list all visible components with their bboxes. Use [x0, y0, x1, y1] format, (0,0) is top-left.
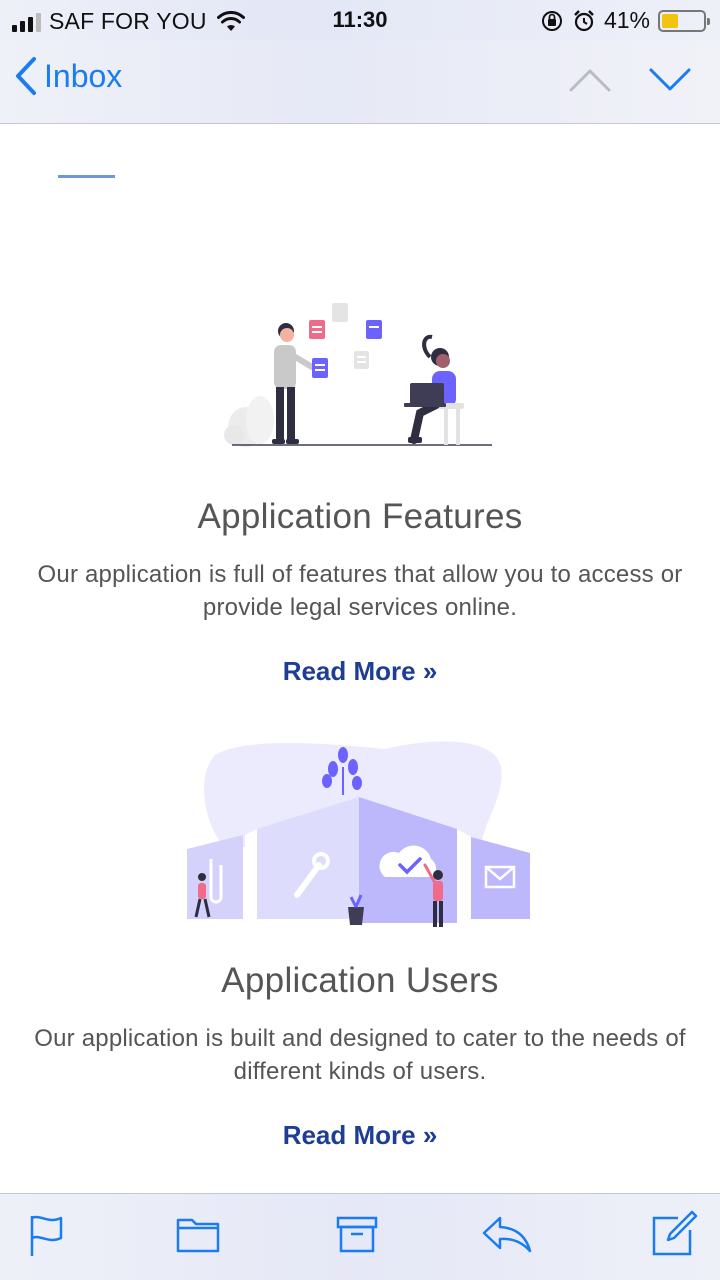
reply-icon[interactable]	[482, 1214, 532, 1254]
users-app-panels-illustration	[187, 741, 530, 927]
status-bar: SAF FOR YOU 11:30 41%	[0, 0, 720, 40]
next-message-button[interactable]	[648, 66, 692, 94]
flag-icon[interactable]	[28, 1214, 64, 1258]
chevron-left-icon	[16, 57, 36, 95]
rotation-lock-icon	[541, 10, 562, 31]
compose-icon[interactable]	[650, 1210, 698, 1256]
mail-nav-bar: Inbox	[0, 40, 720, 124]
back-label: Inbox	[44, 57, 123, 94]
divider-accent	[58, 175, 115, 178]
status-right: 41%	[540, 7, 710, 34]
battery-level	[662, 13, 679, 28]
battery-icon	[658, 9, 710, 32]
read-more-users-link[interactable]: Read More »	[0, 1120, 720, 1151]
battery-percent: 41%	[603, 7, 650, 33]
section-description-features: Our application is full of features that…	[37, 561, 683, 621]
read-more-features-link[interactable]: Read More »	[0, 656, 720, 687]
back-to-inbox-button[interactable]: Inbox	[14, 56, 122, 96]
section-title-features: Application Features	[197, 497, 523, 536]
folder-icon[interactable]	[176, 1214, 220, 1254]
email-body: Application Features Our application is …	[0, 125, 720, 1193]
section-description-users: Our application is built and designed to…	[34, 1025, 686, 1085]
mail-toolbar	[0, 1193, 720, 1280]
people-sharing-documents-illustration	[224, 303, 492, 447]
previous-message-button[interactable]	[568, 66, 612, 94]
alarm-icon	[574, 9, 594, 31]
archive-icon[interactable]	[336, 1214, 378, 1254]
section-title-users: Application Users	[221, 961, 499, 1000]
